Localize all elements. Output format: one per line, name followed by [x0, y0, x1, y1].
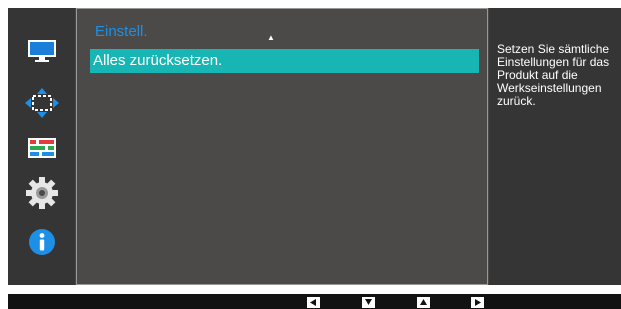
navigation-bar	[8, 294, 621, 309]
menu-item-reset-all[interactable]: Alles zurücksetzen.	[90, 49, 479, 73]
scroll-up-indicator: ▲	[267, 33, 275, 42]
help-panel: Setzen Sie sämtliche Einstellungen für d…	[489, 8, 621, 285]
osd-sidebar	[8, 8, 75, 285]
picture-adjust-icon[interactable]	[24, 132, 60, 164]
info-icon[interactable]	[24, 226, 60, 258]
up-arrow-icon[interactable]	[417, 297, 430, 308]
help-text: Setzen Sie sämtliche Einstellungen für d…	[497, 42, 610, 108]
monitor-icon[interactable]	[24, 35, 60, 67]
left-arrow-icon[interactable]	[307, 297, 320, 308]
osd-window: Einstell. ▲ Alles zurücksetzen. Setzen S…	[8, 8, 621, 285]
menu-title: Einstell.	[95, 23, 148, 40]
right-arrow-icon[interactable]	[471, 297, 484, 308]
size-position-icon[interactable]	[24, 87, 60, 119]
settings-gear-icon[interactable]	[24, 177, 60, 209]
menu-panel: Einstell. ▲ Alles zurücksetzen.	[76, 8, 488, 285]
down-arrow-icon[interactable]	[362, 297, 375, 308]
